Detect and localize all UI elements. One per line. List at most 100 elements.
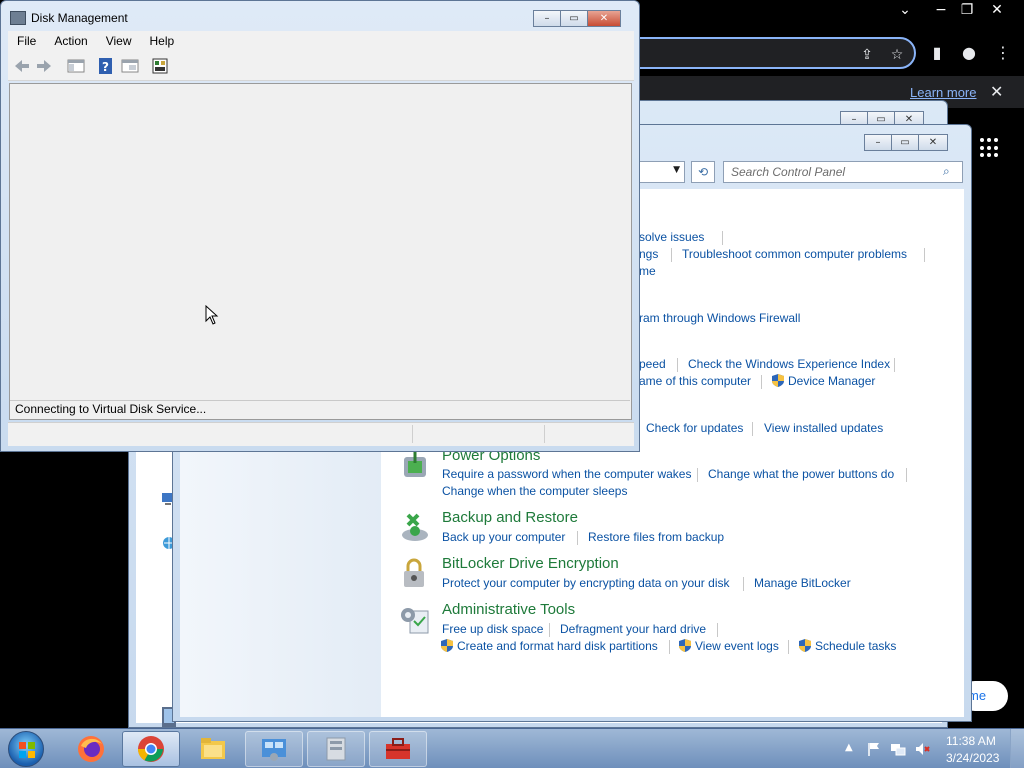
status-line: Connecting to Virtual Disk Service... [10,400,630,418]
free-up-disk-space-link[interactable]: Free up disk space [442,622,543,636]
view-event-logs-link[interactable]: View event logs [679,639,779,653]
forward-arrow-icon[interactable] [34,57,54,75]
bitlocker-heading[interactable]: BitLocker Drive Encryption [442,555,619,572]
computer-name-link[interactable]: ame of this computer [639,374,751,388]
minimize-button[interactable]: – [533,10,561,27]
disk-management-content-pane [9,83,632,420]
volume-muted-icon[interactable] [914,741,930,757]
view-event-logs-label: View event logs [695,639,779,653]
resolve-issues-link[interactable]: solve issues [639,230,704,244]
partial-me-link[interactable]: me [639,264,656,278]
link-separator [717,623,718,637]
link-separator [549,623,550,637]
control-panel-minimize-button[interactable]: – [864,134,892,151]
disk-list-icon[interactable] [150,57,170,75]
google-apps-icon[interactable] [980,138,1000,158]
bookmark-star-icon[interactable]: ☆ [888,46,906,64]
back-up-computer-link[interactable]: Back up your computer [442,530,565,544]
refresh-icon[interactable]: ⟲ [691,161,715,183]
firewall-link[interactable]: ram through Windows Firewall [639,311,800,325]
menu-file[interactable]: File [8,31,45,53]
restore-files-link[interactable]: Restore files from backup [588,530,724,544]
uac-shield-icon [799,639,811,652]
require-password-link[interactable]: Require a password when the computer wak… [442,467,691,481]
learn-more-link[interactable]: Learn more [910,85,976,100]
action-center-flag-icon[interactable] [866,741,882,757]
view-installed-updates-link[interactable]: View installed updates [764,421,883,435]
toolbox-taskbar-button[interactable] [369,731,427,767]
maximize-button[interactable]: ▭ [560,10,588,27]
link-separator [743,577,744,591]
check-for-updates-link[interactable]: Check for updates [646,421,743,435]
search-icon[interactable]: ⌕ [943,164,957,178]
power-buttons-link[interactable]: Change what the power buttons do [708,467,894,481]
uac-shield-icon [679,639,691,652]
properties-icon[interactable] [120,57,140,75]
network-tray-icon[interactable] [890,741,906,757]
chrome-taskbar-button[interactable] [122,731,180,767]
link-separator [752,422,753,436]
menu-action[interactable]: Action [45,31,96,53]
chrome-omnibox[interactable]: ⇪ ☆ [630,37,916,69]
firefox-icon [78,736,104,762]
show-hide-console-tree-icon[interactable] [66,57,86,75]
clock-date[interactable]: 3/24/2023 [946,751,999,765]
bitlocker-icon [404,558,424,587]
defragment-link[interactable]: Defragment your hard drive [560,622,706,636]
close-button[interactable]: ✕ [587,10,621,27]
windows-start-icon[interactable] [8,731,44,767]
link-separator [669,640,670,654]
chrome-tab-list-icon[interactable]: ⌄ [888,0,922,20]
disk-management-taskbar-button[interactable] [307,731,365,767]
status-bar-divider [544,425,545,443]
backup-restore-heading[interactable]: Backup and Restore [442,509,578,526]
control-panel-taskbar-button[interactable] [245,731,303,767]
profile-avatar-icon[interactable]: ● [958,42,980,64]
back-arrow-icon[interactable] [12,57,32,75]
menu-view[interactable]: View [97,31,141,53]
administrative-tools-heading[interactable]: Administrative Tools [442,601,575,618]
side-panel-icon[interactable]: ▮ [926,42,948,64]
link-separator [906,468,907,482]
firefox-taskbar-button[interactable] [62,731,120,767]
chrome-menu-icon[interactable]: ⋮ [992,42,1014,64]
control-panel-maximize-button[interactable]: ▭ [891,134,919,151]
menu-help[interactable]: Help [141,31,184,53]
chrome-close-button[interactable]: ✕ [980,0,1014,20]
chevron-down-icon: ▼ [673,165,680,175]
settings-link[interactable]: ngs [639,247,658,261]
toolbox-icon [386,738,410,759]
speed-link[interactable]: peed [639,357,666,371]
clock-time[interactable]: 11:38 AM [946,734,996,748]
device-manager-label: Device Manager [788,374,876,388]
computer-sleeps-link[interactable]: Change when the computer sleeps [442,484,627,498]
create-format-partitions-link[interactable]: Create and format hard disk partitions [441,639,658,653]
infobar-close-icon[interactable]: ✕ [990,82,1003,101]
protect-computer-link[interactable]: Protect your computer by encrypting data… [442,576,729,590]
disk-management-app-icon [10,11,26,25]
svg-text:?: ? [102,60,109,74]
control-panel-close-button[interactable]: ✕ [918,134,948,151]
file-explorer-icon [201,738,225,759]
troubleshoot-link[interactable]: Troubleshoot common computer problems [682,247,907,261]
link-separator [577,531,578,545]
schedule-tasks-link[interactable]: Schedule tasks [799,639,896,653]
manage-bitlocker-link[interactable]: Manage BitLocker [754,576,851,590]
chrome-restore-button[interactable]: ❐ [950,0,984,20]
show-hidden-icons-icon[interactable]: ▲ [845,742,853,753]
help-icon[interactable]: ? [96,57,116,75]
share-icon[interactable]: ⇪ [858,46,876,64]
link-separator [788,640,789,654]
file-explorer-taskbar-button[interactable] [184,731,242,767]
backup-restore-icon [402,513,428,541]
address-bar-dropdown[interactable]: ▼ [639,161,685,183]
control-panel-icon [262,739,286,761]
chrome-icon [137,736,164,762]
device-manager-link[interactable]: Device Manager [772,374,875,388]
search-input[interactable]: Search Control Panel ⌕ [723,161,963,183]
show-desktop-button[interactable] [1010,729,1024,768]
link-separator [671,248,672,262]
search-placeholder: Search Control Panel [731,165,846,179]
status-text: Connecting to Virtual Disk Service... [15,402,207,416]
experience-index-link[interactable]: Check the Windows Experience Index [688,357,890,371]
